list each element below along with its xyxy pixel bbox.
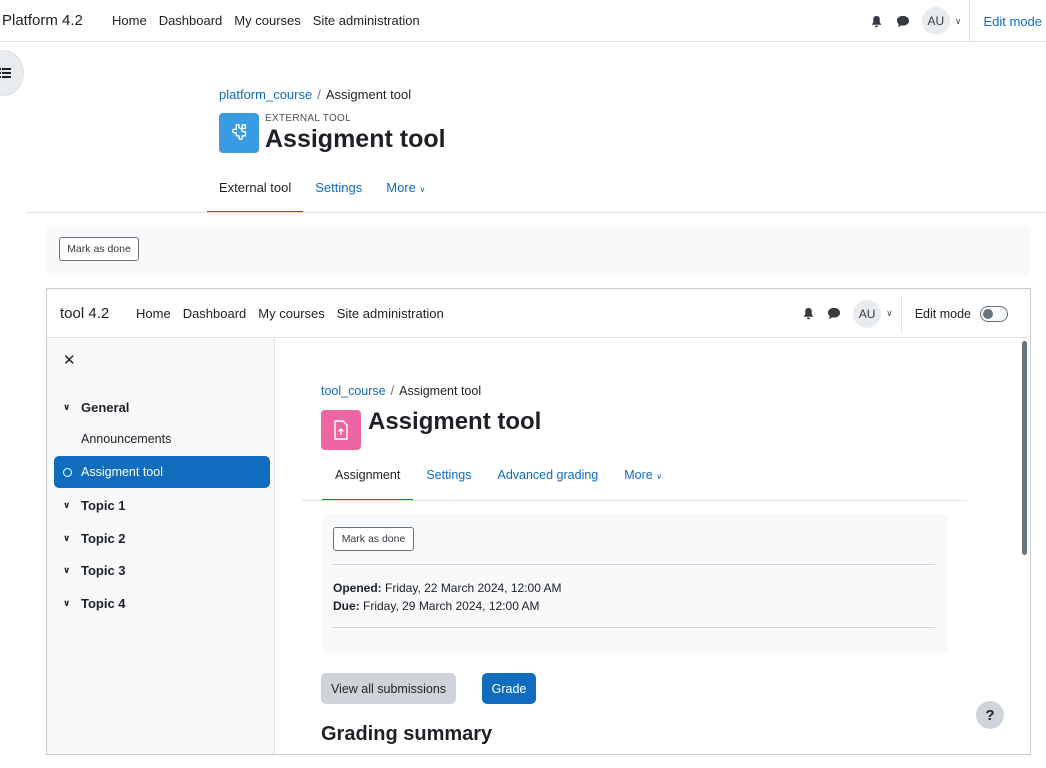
chevron-down-icon[interactable]: ∨	[955, 16, 962, 27]
bell-icon[interactable]	[795, 301, 821, 327]
breadcrumb-separator: /	[317, 87, 321, 102]
avatar[interactable]: AU	[853, 299, 882, 328]
nav-my-courses[interactable]: My courses	[252, 306, 330, 321]
tab-settings[interactable]: Settings	[303, 172, 374, 213]
avatar[interactable]: AU	[921, 7, 950, 35]
bell-icon[interactable]	[864, 8, 890, 34]
section-topic-1[interactable]: ∨ Topic 1	[63, 498, 126, 513]
external-tool-puzzle-icon	[219, 113, 259, 153]
site-brand[interactable]: Platform 4.2	[0, 12, 106, 29]
message-icon[interactable]	[821, 301, 847, 327]
due-date: Due: Friday, 29 March 2024, 12:00 AM	[333, 599, 540, 613]
chevron-down-icon[interactable]: ∨	[63, 500, 81, 511]
divider	[302, 500, 967, 501]
divider	[333, 627, 935, 628]
completion-circle-icon	[63, 467, 72, 477]
chevron-down-icon[interactable]: ∨	[63, 565, 81, 576]
nav-site-administration[interactable]: Site administration	[307, 13, 426, 28]
nav-my-courses[interactable]: My courses	[228, 13, 306, 28]
nav-dashboard[interactable]: Dashboard	[177, 306, 253, 321]
divider	[333, 564, 935, 565]
page-title: Assigment tool	[265, 125, 446, 153]
sidebar-item-assigment-tool[interactable]: Assigment tool	[54, 456, 270, 488]
chevron-down-icon[interactable]: ∨	[63, 598, 81, 609]
nav-home[interactable]: Home	[130, 306, 177, 321]
close-icon[interactable]: ✕	[63, 351, 76, 369]
sidebar-item-label: Assigment tool	[81, 465, 163, 479]
help-button[interactable]: ?	[976, 701, 1004, 729]
tab-advanced-grading[interactable]: Advanced grading	[484, 461, 611, 501]
toggle-knob	[983, 308, 993, 319]
message-icon[interactable]	[890, 8, 916, 34]
external-tool-iframe: tool 4.2 Home Dashboard My courses Site …	[46, 288, 1031, 755]
mark-as-done-button[interactable]: Mark as done	[59, 237, 139, 261]
section-label: Topic 3	[81, 563, 126, 578]
chevron-down-icon: ∨	[419, 185, 426, 194]
grading-summary-heading: Grading summary	[321, 723, 493, 745]
tool-main-content: tool_course / Assigment tool Assigment too…	[276, 338, 1021, 754]
tool-navbar: tool 4.2 Home Dashboard My courses Site …	[47, 289, 1030, 338]
page-title: Assigment tool	[368, 408, 542, 435]
section-general[interactable]: ∨ General	[63, 400, 129, 415]
scrollbar-thumb[interactable]	[1022, 341, 1027, 555]
nav-dashboard[interactable]: Dashboard	[153, 13, 229, 28]
section-topic-4[interactable]: ∨ Topic 4	[63, 596, 126, 611]
navbar-right: AU ∨ Edit mode	[864, 0, 1046, 42]
tab-external-tool[interactable]: External tool	[207, 172, 304, 213]
course-index-toggle[interactable]	[0, 50, 24, 96]
nav-site-administration[interactable]: Site administration	[331, 306, 450, 321]
secondary-nav: Assignment Settings Advanced grading Mor…	[322, 461, 675, 501]
mark-as-done-button[interactable]: Mark as done	[333, 527, 414, 551]
breadcrumb-current: Assigment tool	[399, 384, 482, 398]
section-label: Topic 2	[81, 531, 126, 546]
section-label: General	[81, 400, 130, 415]
activity-information: Mark as done Opened: Friday, 22 March 20…	[321, 514, 948, 653]
chevron-down-icon[interactable]: ∨	[63, 402, 81, 413]
course-index-drawer: ✕ ∨ General Announcements Assigment tool …	[47, 338, 275, 754]
secondary-nav: External tool Settings More ∨	[207, 172, 437, 213]
sidebar-item-announcements[interactable]: Announcements	[81, 432, 171, 446]
tab-more-label: More	[624, 468, 653, 482]
section-label: Topic 4	[81, 596, 126, 611]
activity-dates: Opened: Friday, 22 March 2024, 12:00 AM …	[333, 579, 562, 615]
assignment-file-icon	[321, 410, 361, 450]
section-topic-2[interactable]: ∨ Topic 2	[63, 531, 126, 546]
chevron-down-icon[interactable]: ∨	[63, 533, 81, 544]
chevron-down-icon[interactable]: ∨	[886, 308, 893, 319]
breadcrumb-separator: /	[390, 384, 395, 398]
list-icon	[0, 68, 11, 78]
chevron-down-icon: ∨	[656, 472, 663, 481]
tab-more[interactable]: More ∨	[611, 461, 675, 501]
section-topic-3[interactable]: ∨ Topic 3	[63, 563, 126, 578]
tab-settings[interactable]: Settings	[413, 461, 484, 501]
primary-nav: Home Dashboard My courses Site administr…	[106, 13, 426, 28]
section-label: Topic 1	[81, 498, 126, 513]
breadcrumb: tool_course / Assigment tool	[321, 384, 481, 398]
tool-brand[interactable]: tool 4.2	[47, 305, 130, 322]
breadcrumb-current: Assigment tool	[325, 87, 412, 102]
edit-mode-link[interactable]: Edit mode	[970, 14, 1046, 29]
edit-mode-toggle[interactable]	[980, 305, 1008, 322]
grade-button[interactable]: Grade	[482, 673, 536, 704]
tab-more[interactable]: More ∨	[374, 172, 437, 213]
tool-navbar-right: AU ∨ Edit mode	[795, 289, 1030, 338]
top-navbar: Platform 4.2 Home Dashboard My courses S…	[0, 0, 1046, 42]
breadcrumb-course-link[interactable]: tool_course	[321, 384, 386, 398]
divider	[26, 212, 1046, 213]
nav-home[interactable]: Home	[106, 13, 153, 28]
tool-primary-nav: Home Dashboard My courses Site administr…	[130, 306, 450, 321]
edit-mode-label: Edit mode	[914, 306, 971, 321]
breadcrumb: platform_course / Assigment tool	[219, 87, 411, 102]
breadcrumb-course-link[interactable]: platform_course	[219, 87, 312, 102]
activity-completion-bar: Mark as done	[46, 225, 1031, 275]
tab-more-label: More	[386, 180, 416, 195]
opened-date: Opened: Friday, 22 March 2024, 12:00 AM	[333, 581, 562, 595]
view-all-submissions-button[interactable]: View all submissions	[321, 673, 456, 704]
activity-type-label: EXTERNAL TOOL	[265, 113, 351, 124]
tab-assignment[interactable]: Assignment	[322, 461, 414, 501]
